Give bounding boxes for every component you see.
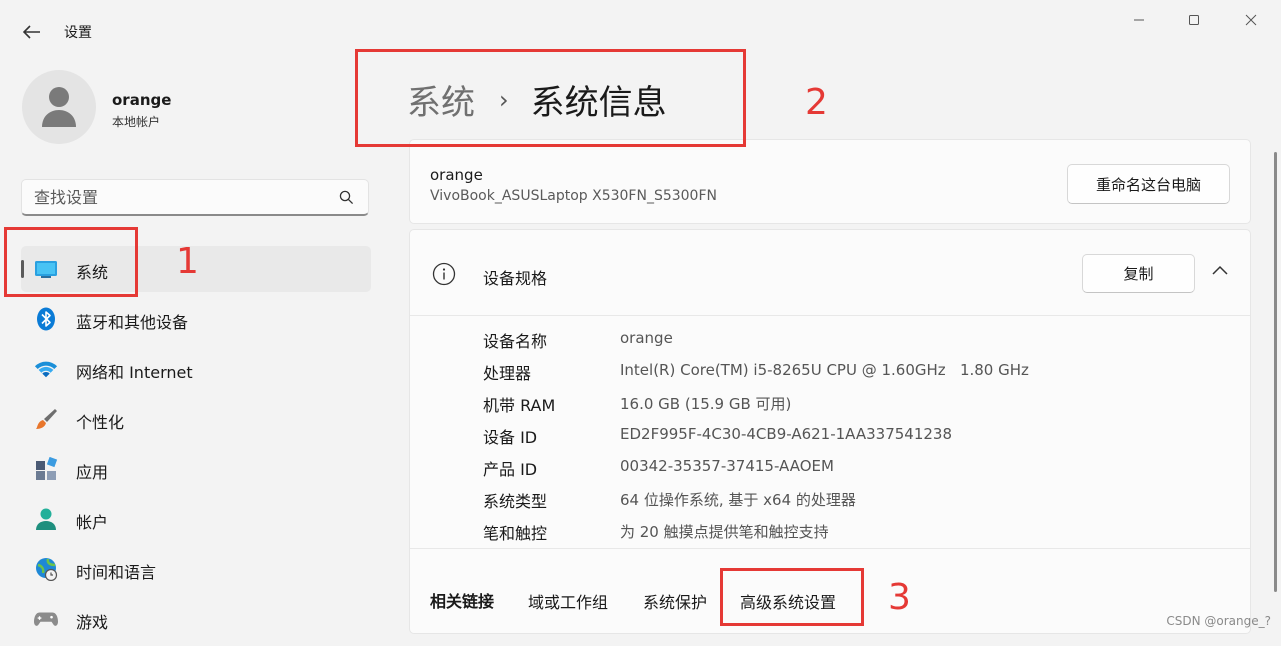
spec-key: 机带 RAM bbox=[483, 396, 556, 415]
avatar bbox=[22, 70, 96, 144]
copy-button[interactable]: 复制 bbox=[1082, 254, 1195, 293]
paintbrush-icon bbox=[34, 407, 58, 431]
user-name: orange bbox=[112, 91, 172, 109]
spec-value: 为 20 触摸点提供笔和触控支持 bbox=[620, 523, 829, 541]
spec-key: 系统类型 bbox=[483, 492, 548, 511]
sidebar-item-label: 网络和 Internet bbox=[76, 363, 193, 382]
sidebar-item-accounts[interactable]: 帐户 bbox=[21, 496, 371, 542]
spec-key: 处理器 bbox=[483, 364, 532, 383]
info-icon bbox=[432, 262, 456, 286]
annotation-number-1: 1 bbox=[176, 241, 199, 282]
rename-pc-button[interactable]: 重命名这台电脑 bbox=[1067, 164, 1230, 204]
sidebar-item-time-language[interactable]: 时间和语言 bbox=[21, 546, 371, 592]
spec-value: 16.0 GB (15.9 GB 可用) bbox=[620, 395, 792, 413]
device-specs-title: 设备规格 bbox=[483, 269, 548, 288]
sidebar-item-bluetooth[interactable]: 蓝牙和其他设备 bbox=[21, 296, 371, 342]
close-icon bbox=[1245, 14, 1257, 26]
sidebar-item-apps[interactable]: 应用 bbox=[21, 446, 371, 492]
user-profile[interactable]: orange 本地帐户 bbox=[22, 70, 362, 150]
spec-value: ED2F995F-4C30-4CB9-A621-1AA337541238 bbox=[620, 425, 952, 443]
spec-key: 笔和触控 bbox=[483, 524, 548, 543]
globe-clock-icon bbox=[34, 557, 58, 581]
system-protection-link[interactable]: 系统保护 bbox=[643, 589, 707, 613]
device-card: orange VivoBook_ASUSLaptop X530FN_S5300F… bbox=[409, 139, 1251, 224]
sidebar-item-label: 蓝牙和其他设备 bbox=[76, 313, 189, 332]
maximize-button[interactable] bbox=[1179, 8, 1209, 32]
spec-value: 64 位操作系统, 基于 x64 的处理器 bbox=[620, 491, 856, 509]
device-name: orange bbox=[430, 166, 483, 184]
spec-key: 产品 ID bbox=[483, 460, 538, 479]
annotation-box-3 bbox=[720, 568, 864, 626]
bluetooth-icon bbox=[34, 307, 58, 331]
spec-value: orange bbox=[620, 329, 673, 347]
close-button[interactable] bbox=[1236, 8, 1266, 32]
sidebar-item-label: 时间和语言 bbox=[76, 563, 157, 582]
apps-icon bbox=[34, 457, 58, 481]
sidebar-item-label: 游戏 bbox=[76, 613, 109, 632]
spec-value: 00342-35357-37415-AAOEM bbox=[620, 457, 834, 475]
domain-workgroup-link[interactable]: 域或工作组 bbox=[528, 589, 608, 613]
back-button[interactable] bbox=[18, 18, 46, 46]
annotation-number-3: 3 bbox=[888, 577, 911, 618]
maximize-icon bbox=[1189, 15, 1199, 25]
sidebar-item-label: 帐户 bbox=[76, 513, 109, 532]
minimize-icon bbox=[1134, 19, 1144, 21]
sidebar-nav: 系统 蓝牙和其他设备 网络和 Internet 个性化 应用 帐户 时间和语言 … bbox=[21, 246, 371, 646]
sidebar-item-gaming[interactable]: 游戏 bbox=[21, 596, 371, 642]
person-icon bbox=[42, 87, 76, 127]
scrollbar[interactable] bbox=[1274, 152, 1277, 592]
spec-key: 设备 ID bbox=[483, 428, 538, 447]
minimize-button[interactable] bbox=[1124, 8, 1154, 32]
search-box[interactable] bbox=[21, 179, 369, 216]
person-icon bbox=[34, 507, 58, 531]
device-specs-header[interactable]: 设备规格 复制 bbox=[410, 230, 1250, 316]
sidebar-item-label: 个性化 bbox=[76, 413, 125, 432]
sidebar-item-label: 应用 bbox=[76, 463, 109, 482]
related-links-label: 相关链接 bbox=[430, 592, 495, 611]
annotation-box-2 bbox=[355, 49, 746, 147]
watermark: CSDN @orange_? bbox=[1166, 614, 1271, 628]
spec-key: 设备名称 bbox=[483, 332, 548, 351]
search-icon[interactable] bbox=[339, 190, 354, 205]
wifi-icon bbox=[34, 357, 58, 381]
device-model: VivoBook_ASUSLaptop X530FN_S5300FN bbox=[430, 188, 717, 204]
back-arrow-icon bbox=[23, 25, 40, 39]
gamepad-icon bbox=[34, 607, 58, 631]
annotation-box-1 bbox=[4, 227, 138, 297]
sidebar-item-personalization[interactable]: 个性化 bbox=[21, 396, 371, 442]
spec-value: Intel(R) Core(TM) i5-8265U CPU @ 1.60GHz… bbox=[620, 361, 1029, 379]
sidebar-item-network[interactable]: 网络和 Internet bbox=[21, 346, 371, 392]
annotation-number-2: 2 bbox=[805, 82, 828, 123]
chevron-up-icon[interactable] bbox=[1210, 264, 1230, 278]
search-input[interactable] bbox=[34, 186, 324, 208]
app-title: 设置 bbox=[64, 25, 92, 41]
account-type: 本地帐户 bbox=[112, 115, 161, 129]
